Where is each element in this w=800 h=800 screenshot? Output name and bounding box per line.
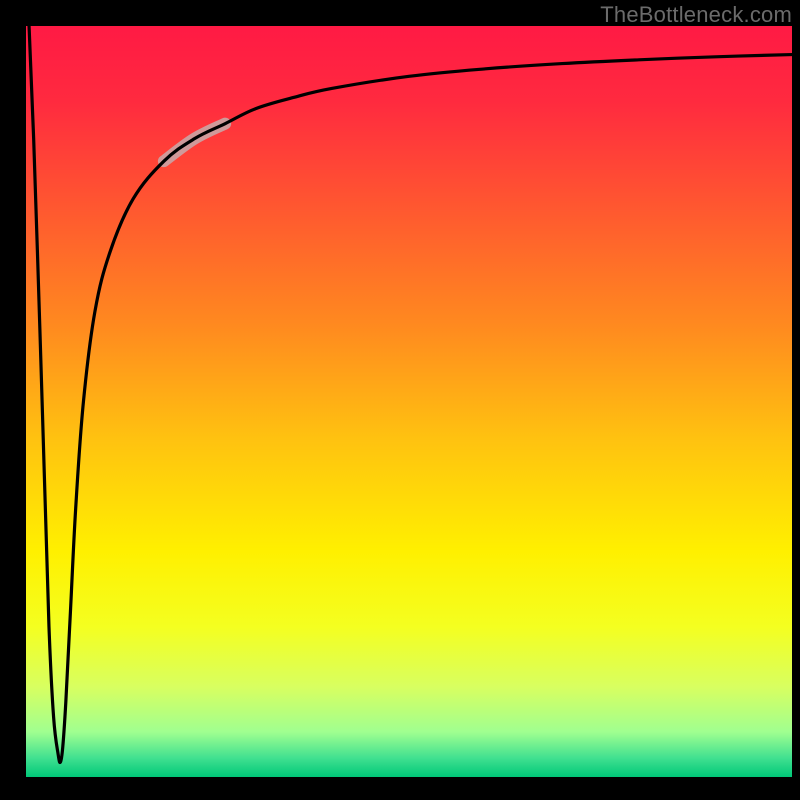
plot-area [26, 26, 792, 777]
chart-frame: TheBottleneck.com [0, 0, 800, 800]
bottleneck-curve [29, 26, 792, 763]
curve-layer [26, 26, 792, 777]
attribution-text: TheBottleneck.com [600, 2, 792, 28]
